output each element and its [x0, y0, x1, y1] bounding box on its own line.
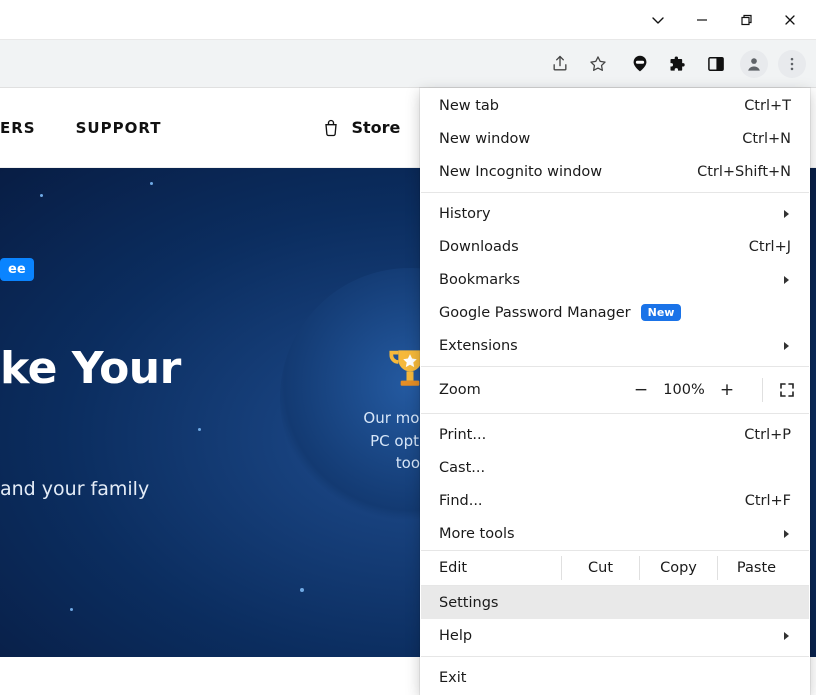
menu-item-cast[interactable]: Cast...: [421, 451, 809, 484]
share-icon[interactable]: [546, 50, 574, 78]
menu-item-history[interactable]: History: [421, 197, 809, 230]
decorative-dot: [40, 194, 43, 197]
hero-title-fragment: ke Your: [0, 343, 181, 394]
edit-label: Edit: [435, 560, 561, 576]
window-minimize-button[interactable]: [680, 0, 724, 40]
profile-avatar-icon[interactable]: [740, 50, 768, 78]
zoom-percent: 100%: [660, 382, 708, 398]
bookmark-star-icon[interactable]: [584, 50, 612, 78]
bag-icon: [321, 118, 341, 138]
submenu-arrow-icon: [783, 275, 791, 285]
menu-item-more-tools[interactable]: More tools: [421, 517, 809, 550]
shortcut-text: Ctrl+J: [749, 239, 791, 255]
hero-subtitle-fragment: and your family: [0, 478, 149, 500]
hero-pill-fragment: ee: [0, 258, 34, 281]
window-titlebar: [0, 0, 816, 40]
menu-item-find[interactable]: Find... Ctrl+F: [421, 484, 809, 517]
shortcut-text: Ctrl+T: [744, 98, 791, 114]
menu-item-extensions[interactable]: Extensions: [421, 329, 809, 362]
menu-separator: [421, 192, 809, 193]
decorative-dot: [300, 588, 304, 592]
app-menu-popup: New tab Ctrl+T New window Ctrl+N New Inc…: [420, 88, 810, 695]
menu-item-edit: Edit Cut Copy Paste: [421, 550, 809, 586]
window-close-button[interactable]: [768, 0, 812, 40]
zoom-label: Zoom: [435, 382, 481, 398]
nav-item-support[interactable]: SUPPORT: [76, 119, 162, 137]
store-label: Store: [351, 118, 400, 137]
shortcut-text: Ctrl+F: [745, 493, 791, 509]
fullscreen-icon: [779, 382, 795, 398]
edit-paste-button[interactable]: Paste: [717, 556, 795, 580]
omnibox-actions: [546, 50, 616, 78]
edit-copy-button[interactable]: Copy: [639, 556, 717, 580]
menu-item-password-manager[interactable]: Google Password Manager New: [421, 296, 809, 329]
shortcut-text: Ctrl+N: [742, 131, 791, 147]
decorative-dot: [70, 608, 73, 611]
menu-item-zoom: Zoom − 100% +: [421, 371, 809, 409]
extensions-puzzle-icon[interactable]: [664, 50, 692, 78]
decorative-dot: [198, 428, 201, 431]
submenu-arrow-icon: [783, 631, 791, 641]
menu-separator: [421, 366, 809, 367]
menu-separator: [421, 413, 809, 414]
nav-item-fragment[interactable]: ERS: [0, 119, 36, 137]
shortcut-text: Ctrl+Shift+N: [697, 164, 791, 180]
app-menu-button[interactable]: [778, 50, 806, 78]
shortcut-text: Ctrl+P: [744, 427, 791, 443]
menu-item-bookmarks[interactable]: Bookmarks: [421, 263, 809, 296]
menu-item-print[interactable]: Print... Ctrl+P: [421, 418, 809, 451]
edit-cut-button[interactable]: Cut: [561, 556, 639, 580]
menu-item-help[interactable]: Help: [421, 619, 809, 652]
menu-item-exit[interactable]: Exit: [421, 661, 809, 694]
menu-item-new-window[interactable]: New window Ctrl+N: [421, 122, 809, 155]
submenu-arrow-icon: [783, 341, 791, 351]
submenu-arrow-icon: [783, 209, 791, 219]
menu-item-settings[interactable]: Settings: [421, 586, 809, 619]
tab-search-caret-icon[interactable]: [636, 0, 680, 40]
fullscreen-button[interactable]: [762, 378, 795, 402]
window-restore-button[interactable]: [724, 0, 768, 40]
zoom-out-button[interactable]: −: [622, 380, 660, 400]
menu-item-new-incognito[interactable]: New Incognito window Ctrl+Shift+N: [421, 155, 809, 188]
side-panel-icon[interactable]: [702, 50, 730, 78]
menu-item-downloads[interactable]: Downloads Ctrl+J: [421, 230, 809, 263]
store-link[interactable]: Store: [321, 118, 400, 138]
submenu-arrow-icon: [783, 529, 791, 539]
new-badge: New: [641, 304, 682, 321]
menu-item-new-tab[interactable]: New tab Ctrl+T: [421, 89, 809, 122]
extension-incognito-icon[interactable]: [626, 50, 654, 78]
zoom-in-button[interactable]: +: [708, 380, 746, 400]
browser-toolbar: [0, 40, 816, 88]
decorative-dot: [150, 182, 153, 185]
